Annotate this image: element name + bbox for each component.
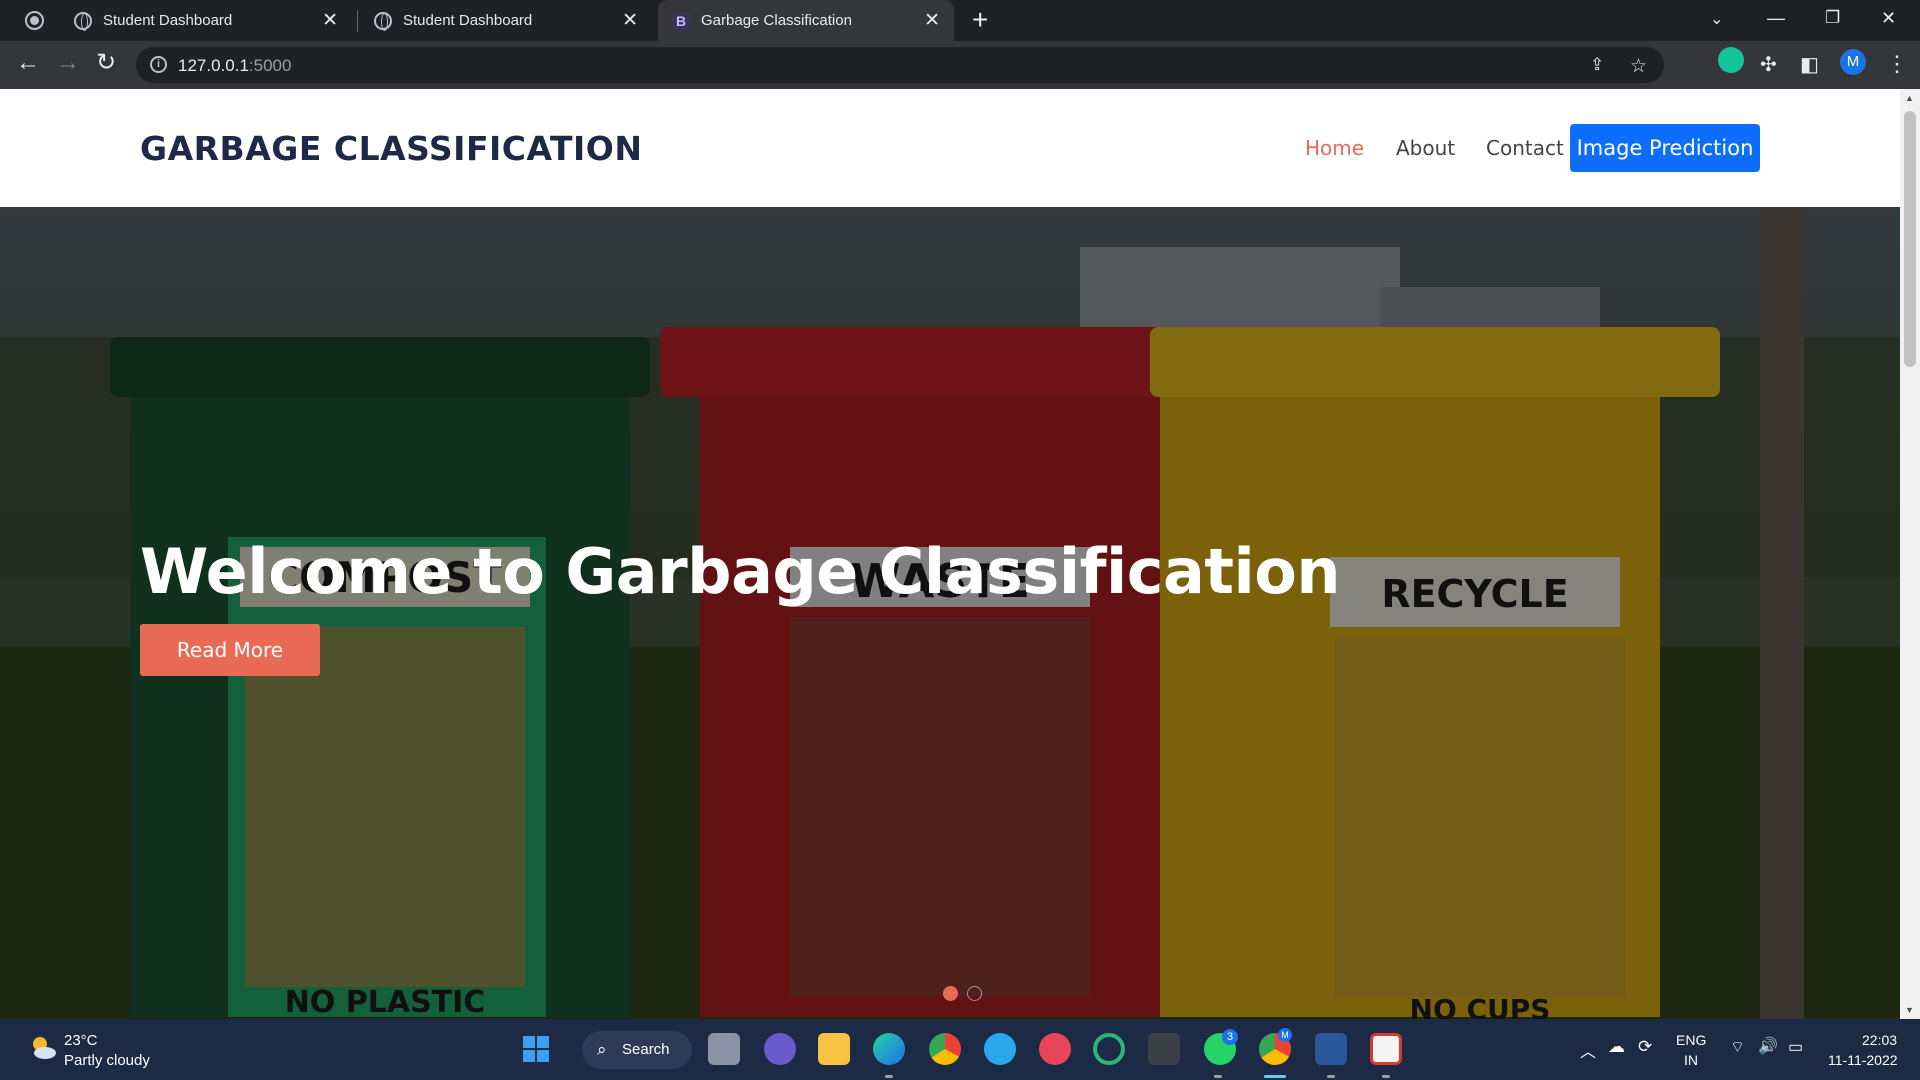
snip-app-icon[interactable]	[1370, 1033, 1402, 1065]
carousel-indicator[interactable]	[967, 986, 982, 1001]
nav-about[interactable]: About	[1396, 136, 1455, 160]
bookmark-star-icon[interactable]: ☆	[1630, 55, 1647, 78]
chrome-menu-icon[interactable]: ⋮	[1886, 52, 1908, 76]
tab-garbage-classification[interactable]: B Garbage Classification ✕	[658, 0, 954, 41]
close-tab-icon[interactable]: ✕	[622, 9, 638, 32]
chrome-icon[interactable]	[929, 1033, 961, 1065]
partly-cloudy-icon	[33, 1037, 56, 1059]
hero-dark-overlay	[0, 207, 1900, 1019]
edge-icon[interactable]	[873, 1033, 905, 1065]
grammarly-extension-icon[interactable]	[1718, 47, 1744, 73]
share-icon[interactable]: ⇪	[1590, 55, 1604, 75]
profile-avatar[interactable]: M	[1840, 49, 1866, 75]
windows-taskbar: 23°C Partly cloudy ⌕ Search 3 M ︿ ☁ ⟳ EN…	[0, 1019, 1920, 1080]
web-page: GARBAGE CLASSIFICATION Home About Contac…	[0, 89, 1900, 1019]
windows-start-icon[interactable]	[520, 1033, 552, 1065]
globe-icon	[74, 12, 92, 31]
app-running-indicator	[885, 1075, 893, 1078]
tab-divider	[357, 10, 358, 32]
browser-toolbar: ← → ↻ i 127.0.0.1:5000 ☆ ⇪ ✣ ◧ M ⋮	[0, 41, 1920, 89]
reload-icon[interactable]: ↻	[96, 51, 116, 75]
close-tab-icon[interactable]: ✕	[322, 9, 338, 32]
hero-title: Welcome to Garbage Classification	[140, 535, 1341, 608]
screen-app-icon[interactable]	[1039, 1033, 1071, 1065]
app-running-indicator	[1327, 1075, 1335, 1078]
onedrive-cloud-icon[interactable]: ☁	[1608, 1037, 1625, 1057]
globe-icon	[374, 12, 392, 31]
forward-icon[interactable]: →	[56, 51, 80, 75]
taskbar-search-label: Search	[622, 1041, 670, 1058]
bootstrap-b-icon: B	[672, 12, 690, 30]
clock-date[interactable]: 11-11-2022	[1828, 1052, 1898, 1068]
chrome-profile-badge: M	[1278, 1028, 1292, 1042]
back-icon[interactable]: ←	[16, 51, 40, 75]
tray-overflow-chevron-icon[interactable]: ︿	[1580, 1038, 1596, 1062]
tab-title: Student Dashboard	[403, 12, 533, 29]
weather-desc[interactable]: Partly cloudy	[64, 1052, 150, 1069]
task-view-icon[interactable]	[708, 1033, 740, 1065]
telegram-icon[interactable]	[984, 1033, 1016, 1065]
scroll-up-arrow-icon[interactable]: ▲	[1905, 93, 1914, 103]
taskbar-search[interactable]: ⌕ Search	[582, 1031, 692, 1069]
nav-home[interactable]: Home	[1305, 136, 1364, 160]
clock-time[interactable]: 22:03	[1862, 1032, 1897, 1048]
close-window-icon[interactable]: ✕	[1881, 8, 1896, 29]
browser-tab-strip: Student Dashboard ✕ Student Dashboard ✕ …	[0, 0, 1920, 41]
weather-temp[interactable]: 23°C	[64, 1032, 98, 1049]
page-scrollbar[interactable]: ▲ ▼	[1900, 89, 1920, 1019]
minimize-icon[interactable]: —	[1767, 8, 1785, 29]
carousel-indicator-active[interactable]	[943, 986, 958, 1001]
terminal-icon[interactable]	[1148, 1033, 1180, 1065]
side-panel-icon[interactable]: ◧	[1800, 53, 1819, 77]
site-logo[interactable]: GARBAGE CLASSIFICATION	[140, 129, 642, 168]
tab-title: Garbage Classification	[701, 12, 852, 29]
teams-chat-icon[interactable]	[764, 1033, 796, 1065]
sync-icon[interactable]: ⟳	[1638, 1037, 1652, 1057]
whatsapp-badge: 3	[1222, 1029, 1238, 1045]
close-tab-icon[interactable]: ✕	[924, 9, 940, 32]
file-explorer-icon[interactable]	[818, 1033, 850, 1065]
tab-student-dashboard-2[interactable]: Student Dashboard ✕	[360, 0, 652, 41]
hero-section: COMPOST NO PLASTIC WASTE RECYCLE NO CUPS…	[0, 207, 1900, 1019]
image-prediction-button[interactable]: Image Prediction	[1570, 124, 1760, 172]
volume-icon[interactable]: 🔊	[1758, 1036, 1778, 1056]
site-header: GARBAGE CLASSIFICATION Home About Contac…	[0, 89, 1900, 207]
nav-contact[interactable]: Contact	[1486, 136, 1564, 160]
word-icon[interactable]	[1315, 1033, 1347, 1065]
scroll-down-arrow-icon[interactable]: ▼	[1905, 1005, 1914, 1015]
battery-icon[interactable]: ▭	[1788, 1037, 1803, 1057]
app-running-indicator	[1214, 1075, 1222, 1078]
url-text[interactable]: 127.0.0.1:5000	[178, 56, 291, 76]
new-tab-icon[interactable]: +	[972, 6, 988, 34]
language-top[interactable]: ENG	[1676, 1032, 1706, 1048]
read-more-button[interactable]: Read More	[140, 624, 320, 676]
extensions-puzzle-icon[interactable]: ✣	[1760, 53, 1777, 77]
search-icon: ⌕	[597, 1040, 607, 1059]
app-active-indicator	[1264, 1075, 1286, 1078]
tab-student-dashboard-1[interactable]: Student Dashboard ✕	[60, 0, 352, 41]
tab-title: Student Dashboard	[103, 12, 233, 29]
address-bar[interactable]: i 127.0.0.1:5000 ☆ ⇪	[136, 47, 1664, 83]
wifi-icon[interactable]: ⌔	[1730, 1037, 1745, 1057]
tab-search-icon[interactable]	[25, 11, 44, 30]
restore-icon[interactable]: ❐	[1825, 8, 1840, 28]
site-info-icon[interactable]: i	[150, 56, 167, 73]
scrollbar-thumb[interactable]	[1904, 111, 1916, 367]
tab-list-chevron-icon[interactable]: ⌄	[1710, 9, 1723, 29]
loading-app-icon[interactable]	[1093, 1033, 1125, 1065]
app-running-indicator	[1382, 1075, 1390, 1078]
language-bottom[interactable]: IN	[1684, 1052, 1698, 1068]
